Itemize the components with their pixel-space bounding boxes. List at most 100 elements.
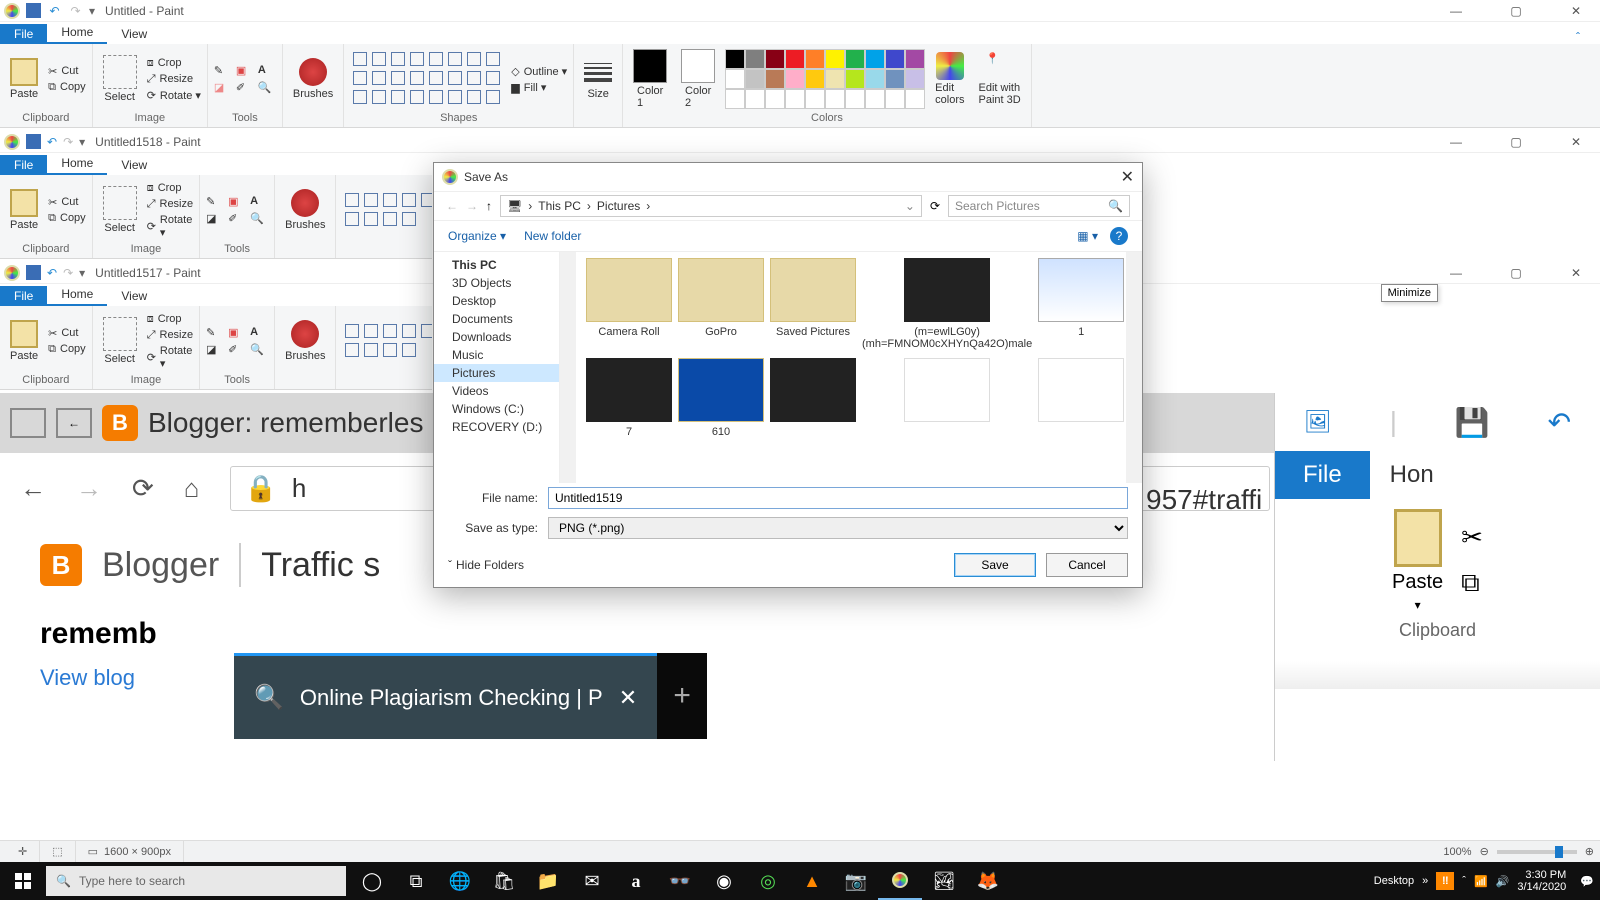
- start-button[interactable]: [0, 862, 46, 900]
- tab-view[interactable]: View: [107, 24, 161, 44]
- tab-view[interactable]: View: [107, 155, 161, 175]
- back-icon[interactable]: ←: [56, 408, 92, 438]
- file-item[interactable]: Saved Pictures: [770, 258, 856, 350]
- tree-item[interactable]: Windows (C:): [434, 400, 559, 418]
- palette-color[interactable]: [725, 49, 745, 69]
- app-green-icon[interactable]: ◎: [746, 862, 790, 900]
- minimize-button[interactable]: —: [1436, 266, 1476, 280]
- palette-color[interactable]: [905, 49, 925, 69]
- zoom-slider[interactable]: [1497, 850, 1577, 854]
- tab-home[interactable]: Home: [47, 153, 107, 175]
- save-type-select[interactable]: PNG (*.png): [548, 517, 1128, 539]
- palette-color[interactable]: [865, 69, 885, 89]
- rotate-button[interactable]: ⟳ Rotate ▾: [147, 214, 193, 239]
- nav-fwd-icon[interactable]: →: [76, 473, 102, 504]
- tab-home[interactable]: Home: [47, 22, 107, 44]
- color2-button[interactable]: Color 2: [677, 49, 719, 109]
- picker-tool-icon[interactable]: ✐: [236, 81, 254, 94]
- maximize-button[interactable]: ▢: [1496, 135, 1536, 149]
- cortana-icon[interactable]: ◯: [350, 862, 394, 900]
- resize-button[interactable]: ⤢ Resize: [147, 73, 201, 86]
- collapse-ribbon-icon[interactable]: ˆ: [1576, 30, 1580, 44]
- palette-color[interactable]: [845, 69, 865, 89]
- palette-color[interactable]: [885, 69, 905, 89]
- nav-back-icon[interactable]: ←: [446, 199, 458, 213]
- tree-item[interactable]: This PC: [434, 256, 559, 274]
- palette-color[interactable]: [885, 49, 905, 69]
- copy-button[interactable]: ⧉ Copy: [48, 81, 86, 94]
- save-icon[interactable]: [26, 265, 41, 280]
- tree-item[interactable]: RECOVERY (D:): [434, 418, 559, 436]
- app-record-icon[interactable]: ◉: [702, 862, 746, 900]
- notifications-icon[interactable]: 💬: [1580, 875, 1594, 888]
- amazon-icon[interactable]: a: [614, 862, 658, 900]
- color-palette[interactable]: [725, 49, 925, 109]
- menu-icon[interactable]: [10, 408, 46, 438]
- palette-color[interactable]: [765, 69, 785, 89]
- maximize-button[interactable]: ▢: [1496, 4, 1536, 18]
- new-tab-button[interactable]: +: [657, 653, 707, 739]
- file-name-input[interactable]: [548, 487, 1128, 509]
- tab-home[interactable]: Home: [47, 284, 107, 306]
- clock[interactable]: 3:30 PM 3/14/2020: [1517, 869, 1566, 893]
- size-button[interactable]: Size: [580, 58, 616, 100]
- close-button[interactable]: ✕: [1556, 135, 1596, 149]
- edit-colors-button[interactable]: Edit colors: [931, 52, 968, 106]
- refresh-icon[interactable]: ⟳: [930, 199, 940, 213]
- tree-item[interactable]: Videos: [434, 382, 559, 400]
- palette-color[interactable]: [745, 69, 765, 89]
- palette-color[interactable]: [765, 49, 785, 69]
- file-item[interactable]: [1038, 358, 1124, 438]
- pencil-tool-icon[interactable]: ✎: [214, 64, 232, 77]
- tree-item[interactable]: Desktop: [434, 292, 559, 310]
- tree-item[interactable]: Downloads: [434, 328, 559, 346]
- file-grid[interactable]: Camera RollGoProSaved Pictures(m=ewlLG0y…: [576, 252, 1126, 483]
- palette-color[interactable]: [905, 69, 925, 89]
- palette-color[interactable]: [745, 49, 765, 69]
- undo-icon[interactable]: ↶: [47, 135, 57, 149]
- redo-icon[interactable]: ↷: [63, 135, 73, 149]
- palette-color[interactable]: [805, 69, 825, 89]
- tab-file[interactable]: File: [0, 24, 47, 44]
- file-item[interactable]: Camera Roll: [586, 258, 672, 350]
- color1-button[interactable]: Color 1: [629, 49, 671, 109]
- palette-color[interactable]: [785, 49, 805, 69]
- fill-tool-icon[interactable]: ▣: [236, 64, 254, 77]
- camera-icon[interactable]: 📷: [834, 862, 878, 900]
- file-item[interactable]: (m=ewlLG0y)(mh=FMNOM0cXHYnQa42O)male: [862, 258, 1032, 350]
- paste-button-large[interactable]: Paste: [1392, 571, 1443, 594]
- palette-color[interactable]: [825, 49, 845, 69]
- undo-icon[interactable]: ↶: [47, 266, 57, 280]
- minimize-button[interactable]: —: [1436, 135, 1476, 149]
- palette-color[interactable]: [725, 69, 745, 89]
- crop-button[interactable]: ⧈ Crop: [147, 182, 193, 195]
- nav-up-icon[interactable]: ↑: [486, 199, 492, 213]
- network-icon[interactable]: 📶: [1474, 875, 1488, 888]
- file-item[interactable]: GoPro: [678, 258, 764, 350]
- view-mode-button[interactable]: ▦ ▾: [1077, 229, 1098, 243]
- new-folder-button[interactable]: New folder: [524, 229, 581, 243]
- explorer-icon[interactable]: 📁: [526, 862, 570, 900]
- volume-icon[interactable]: 🔊: [1496, 875, 1510, 888]
- resize-button[interactable]: ⤢ Resize: [147, 198, 193, 211]
- tray-up-icon[interactable]: ˆ: [1462, 875, 1466, 887]
- help-icon[interactable]: ?: [1110, 227, 1128, 245]
- save-button[interactable]: Save: [954, 553, 1036, 577]
- qat-dropdown-icon[interactable]: ▾: [89, 4, 95, 18]
- redo-icon[interactable]: ↷: [63, 266, 73, 280]
- copy-icon[interactable]: ⧉: [1461, 567, 1483, 599]
- task-view-icon[interactable]: ⧉: [394, 862, 438, 900]
- cut-button[interactable]: ✂ Cut: [48, 65, 86, 78]
- zoom-tool-icon[interactable]: 🔍: [258, 81, 276, 94]
- save-icon[interactable]: [26, 3, 41, 18]
- redo-icon[interactable]: ↷: [68, 3, 83, 18]
- shape-fill-button[interactable]: ▆ Fill ▾: [511, 81, 567, 94]
- save-icon[interactable]: 💾: [1455, 406, 1490, 439]
- palette-color[interactable]: [865, 49, 885, 69]
- zoom-out-button[interactable]: ⊖: [1480, 845, 1489, 858]
- file-item[interactable]: [770, 358, 856, 438]
- tab-home-partial[interactable]: Hon: [1370, 451, 1454, 499]
- taskbar-search[interactable]: 🔍 Type here to search: [46, 866, 346, 896]
- paint-icon[interactable]: [878, 862, 922, 900]
- zoom-in-button[interactable]: ⊕: [1585, 845, 1594, 858]
